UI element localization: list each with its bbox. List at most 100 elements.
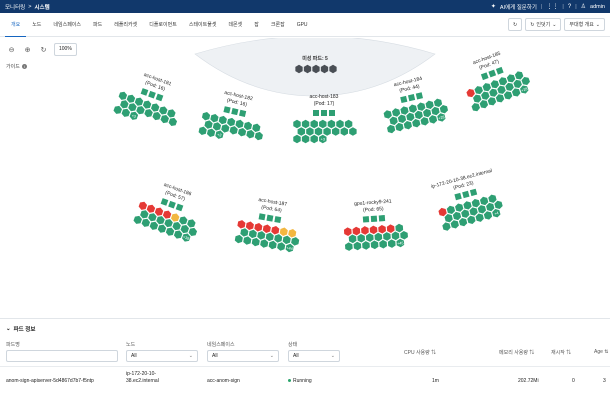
- ai-ask-link[interactable]: AI에게 질문하기: [500, 3, 537, 11]
- workload-square[interactable]: [329, 110, 335, 116]
- pod-hex[interactable]: [420, 116, 429, 126]
- pod-hex[interactable]: [198, 126, 207, 136]
- pod-hex[interactable]: [391, 231, 400, 241]
- pod-hex[interactable]: [386, 224, 395, 233]
- help-icon[interactable]: ?: [568, 4, 571, 10]
- tab-statefulsets[interactable]: 스테이트풀셋: [183, 13, 223, 37]
- pod-hex[interactable]: [206, 128, 216, 138]
- workload-square[interactable]: [370, 215, 378, 223]
- pod-hex[interactable]: [277, 242, 286, 252]
- pod-hex[interactable]: [301, 119, 310, 129]
- pod-hex[interactable]: [450, 219, 459, 229]
- pod-hex[interactable]: [383, 232, 391, 241]
- workload-square[interactable]: [313, 110, 319, 116]
- workload-square[interactable]: [223, 106, 231, 114]
- workload-square[interactable]: [495, 66, 504, 75]
- pod-hex[interactable]: [254, 131, 263, 141]
- pod-hex[interactable]: [291, 237, 300, 247]
- pod-hex[interactable]: [254, 222, 263, 232]
- workload-square[interactable]: [175, 203, 184, 212]
- pod-hex[interactable]: [483, 210, 493, 220]
- pod-hex[interactable]: [265, 232, 274, 242]
- pod-hex[interactable]: [310, 119, 318, 129]
- host-node-acc-host-187[interactable]: acc-host-187(Pod: 64)+44: [234, 194, 305, 254]
- pod-hex[interactable]: [438, 207, 447, 217]
- apps-grid-icon[interactable]: ⋮⋮: [546, 4, 558, 10]
- pod-hex[interactable]: [475, 213, 484, 223]
- workload-square[interactable]: [480, 72, 489, 81]
- pod-hex[interactable]: [279, 227, 288, 237]
- pod-hex[interactable]: [243, 236, 252, 246]
- host-node-acc-host-185[interactable]: acc-host-185(Pod: 47)+28: [457, 44, 533, 112]
- pod-hex[interactable]: [246, 129, 255, 139]
- col-cpu[interactable]: CPU 사용량 ⇅: [404, 349, 436, 356]
- pod-hex[interactable]: [428, 114, 438, 124]
- col-age[interactable]: Age ⇅: [594, 349, 608, 355]
- pod-hex[interactable]: [293, 134, 301, 144]
- pod-hex[interactable]: [369, 225, 378, 235]
- pod-hex[interactable]: [282, 235, 291, 245]
- refresh-button[interactable]: ↻: [507, 18, 523, 31]
- pod-hex[interactable]: [471, 198, 480, 208]
- pod-hex[interactable]: [336, 119, 344, 129]
- pod-hex[interactable]: [234, 234, 243, 244]
- pod-hex[interactable]: [221, 123, 230, 133]
- pod-hex[interactable]: [319, 119, 327, 129]
- workload-square[interactable]: [454, 192, 462, 201]
- workload-square[interactable]: [258, 213, 266, 221]
- host-node-ip-172-20-10-38.ec2.internal[interactable]: ip-172-20-10-38.ec2.internal(Pod: 23)+4: [431, 168, 506, 232]
- pod-hex[interactable]: [458, 217, 468, 227]
- pod-hex[interactable]: [400, 106, 409, 116]
- pod-hex[interactable]: [389, 116, 398, 126]
- pod-hex[interactable]: [201, 111, 211, 121]
- pod-hex[interactable]: [400, 230, 408, 240]
- pod-hex[interactable]: [370, 240, 379, 250]
- workload-square[interactable]: [321, 110, 327, 116]
- pod-hex[interactable]: [461, 209, 470, 219]
- pod-hex[interactable]: [257, 231, 266, 241]
- pod-hex[interactable]: [395, 223, 404, 233]
- pod-hex[interactable]: [235, 119, 244, 129]
- workload-square[interactable]: [415, 92, 423, 100]
- host-node-acc-host-183[interactable]: acc-host-183(Pod: 17) +3: [293, 94, 357, 144]
- workload-square[interactable]: [148, 90, 156, 99]
- pod-hex[interactable]: [357, 233, 366, 243]
- workload-square[interactable]: [239, 109, 247, 117]
- pod-hex[interactable]: [433, 98, 443, 108]
- workload-square[interactable]: [160, 198, 169, 206]
- pod-hex[interactable]: [455, 203, 464, 213]
- pod-hex[interactable]: [374, 232, 383, 242]
- pod-hex[interactable]: [240, 228, 249, 238]
- pod-hex[interactable]: [467, 215, 476, 225]
- pod-hex[interactable]: [168, 117, 178, 128]
- layout-dropdown[interactable]: 무대형 개요 ⌄: [564, 18, 605, 31]
- status-filter-select[interactable]: All ⌄: [288, 350, 340, 362]
- workload-square[interactable]: [469, 188, 478, 197]
- pod-hex[interactable]: [327, 119, 336, 129]
- pod-hex[interactable]: [414, 110, 423, 120]
- pod-hex[interactable]: [477, 204, 487, 214]
- pod-hex[interactable]: [431, 106, 440, 116]
- pod-hex[interactable]: [387, 124, 396, 134]
- pod-hex[interactable]: [138, 200, 148, 211]
- pod-hex[interactable]: [260, 239, 269, 249]
- pod-hex[interactable]: [288, 228, 297, 238]
- pod-hex[interactable]: [395, 122, 404, 132]
- pod-hex[interactable]: [268, 240, 277, 250]
- tab-gpu[interactable]: GPU: [291, 13, 314, 37]
- tab-overview[interactable]: 개요: [5, 13, 27, 37]
- workload-square[interactable]: [488, 69, 497, 78]
- pod-hex[interactable]: [439, 104, 449, 114]
- pod-hex[interactable]: [218, 115, 227, 125]
- pod-hex[interactable]: [494, 200, 503, 210]
- pod-hex[interactable]: [204, 119, 213, 129]
- panel-header[interactable]: ⌄ 파드 정보: [6, 325, 35, 333]
- pod-name-filter-input[interactable]: [6, 350, 118, 362]
- tab-deployments[interactable]: 디플로이먼트: [143, 13, 183, 37]
- pod-hex[interactable]: [323, 127, 331, 136]
- pod-hex[interactable]: [397, 114, 407, 124]
- pod-hex[interactable]: [306, 127, 314, 136]
- col-restart[interactable]: 재시작 ⇅: [551, 349, 571, 356]
- pod-hex[interactable]: [471, 102, 481, 113]
- pod-hex[interactable]: [262, 224, 271, 234]
